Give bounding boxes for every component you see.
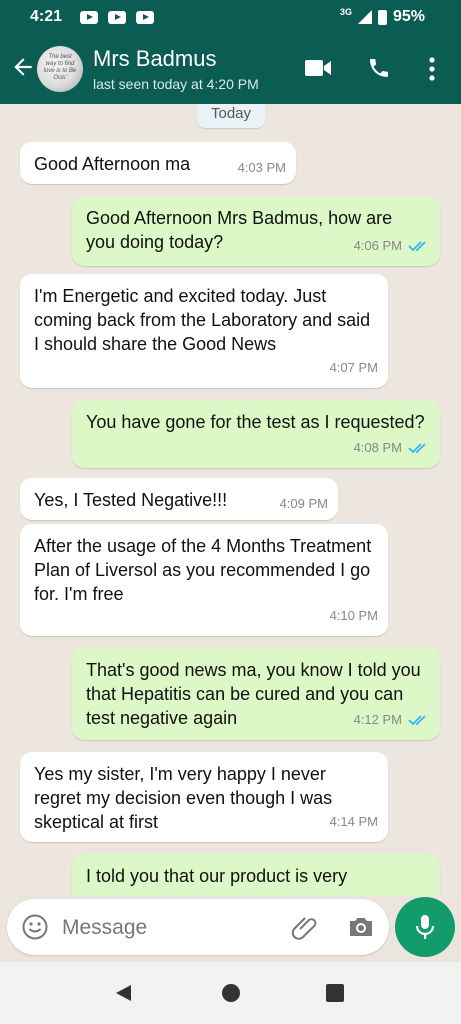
battery-level: 95% — [392, 8, 425, 25]
network-type: 3G — [339, 7, 352, 17]
avatar[interactable]: The best way to find love is to Be Ocis' — [37, 46, 83, 92]
mic-button[interactable] — [395, 897, 455, 957]
emoji-icon[interactable] — [21, 913, 49, 941]
attach-icon[interactable] — [291, 913, 317, 941]
chat-header: The best way to find love is to Be Ocis'… — [0, 34, 461, 104]
nav-back-icon[interactable] — [113, 983, 133, 1003]
message-composer[interactable]: Message — [7, 899, 389, 955]
message-text: I told you that our product is very — [86, 866, 348, 886]
message-text: Yes, I Tested Negative!!! — [34, 490, 228, 510]
message-outgoing[interactable]: I told you that our product is very — [72, 854, 440, 896]
message-time: 4:14 PM — [329, 814, 378, 829]
double-check-icon — [408, 715, 426, 726]
last-seen: last seen today at 4:20 PM — [93, 76, 259, 92]
battery-icon — [377, 9, 387, 25]
avatar-text: The best way to find love is to Be Ocis' — [43, 54, 77, 81]
message-text: Yes my sister, I'm very happy I never re… — [34, 764, 333, 832]
message-time: 4:03 PM — [237, 160, 286, 175]
message-incoming[interactable]: Good Afternoon ma 4:03 PM — [20, 142, 296, 184]
message-text: Good Afternoon ma — [34, 154, 191, 174]
message-text: I'm Energetic and excited today. Just co… — [34, 286, 371, 354]
phone-icon[interactable] — [367, 56, 391, 80]
message-incoming[interactable]: Yes, I Tested Negative!!! 4:09 PM — [20, 478, 338, 520]
message-time: 4:08 PM — [353, 440, 402, 455]
message-time: 4:09 PM — [279, 496, 328, 511]
message-time: 4:07 PM — [329, 360, 378, 375]
video-call-icon[interactable] — [304, 56, 332, 80]
status-time: 4:21 — [30, 8, 63, 25]
message-time: 4:12 PM — [353, 712, 402, 727]
nav-home-icon[interactable] — [221, 983, 241, 1003]
message-incoming[interactable]: Yes my sister, I'm very happy I never re… — [20, 752, 388, 842]
message-text: You have gone for the test as I requeste… — [86, 412, 425, 432]
message-input[interactable]: Message — [62, 916, 147, 940]
mic-icon — [415, 915, 435, 939]
message-incoming[interactable]: After the usage of the 4 Months Treatmen… — [20, 524, 388, 636]
youtube-notification-icon — [136, 11, 154, 24]
double-check-icon — [408, 241, 426, 252]
camera-icon[interactable] — [347, 914, 375, 940]
double-check-icon — [408, 443, 426, 454]
nav-recents-icon[interactable] — [326, 984, 344, 1002]
back-arrow-icon[interactable] — [10, 52, 36, 82]
message-incoming[interactable]: I'm Energetic and excited today. Just co… — [20, 274, 388, 388]
message-text: After the usage of the 4 Months Treatmen… — [34, 536, 372, 604]
youtube-notification-icon — [80, 11, 98, 24]
message-outgoing[interactable]: That's good news ma, you know I told you… — [72, 648, 440, 740]
more-vert-icon[interactable] — [424, 56, 440, 82]
chat-area[interactable]: Today Good Afternoon ma 4:03 PM Good Aft… — [0, 104, 461, 896]
youtube-notification-icon — [108, 11, 126, 24]
message-outgoing[interactable]: Good Afternoon Mrs Badmus, how are you d… — [72, 196, 440, 266]
message-time: 4:10 PM — [329, 608, 378, 623]
date-chip: Today — [197, 104, 265, 128]
signal-icon — [357, 10, 372, 24]
message-time: 4:06 PM — [353, 238, 402, 253]
contact-name[interactable]: Mrs Badmus — [93, 46, 216, 72]
message-text: Good Afternoon Mrs Badmus, how are you d… — [86, 208, 393, 252]
message-outgoing[interactable]: You have gone for the test as I requeste… — [72, 400, 440, 468]
system-navigation-bar — [0, 962, 461, 1024]
status-bar: 4:21 3G 95% — [0, 0, 461, 34]
